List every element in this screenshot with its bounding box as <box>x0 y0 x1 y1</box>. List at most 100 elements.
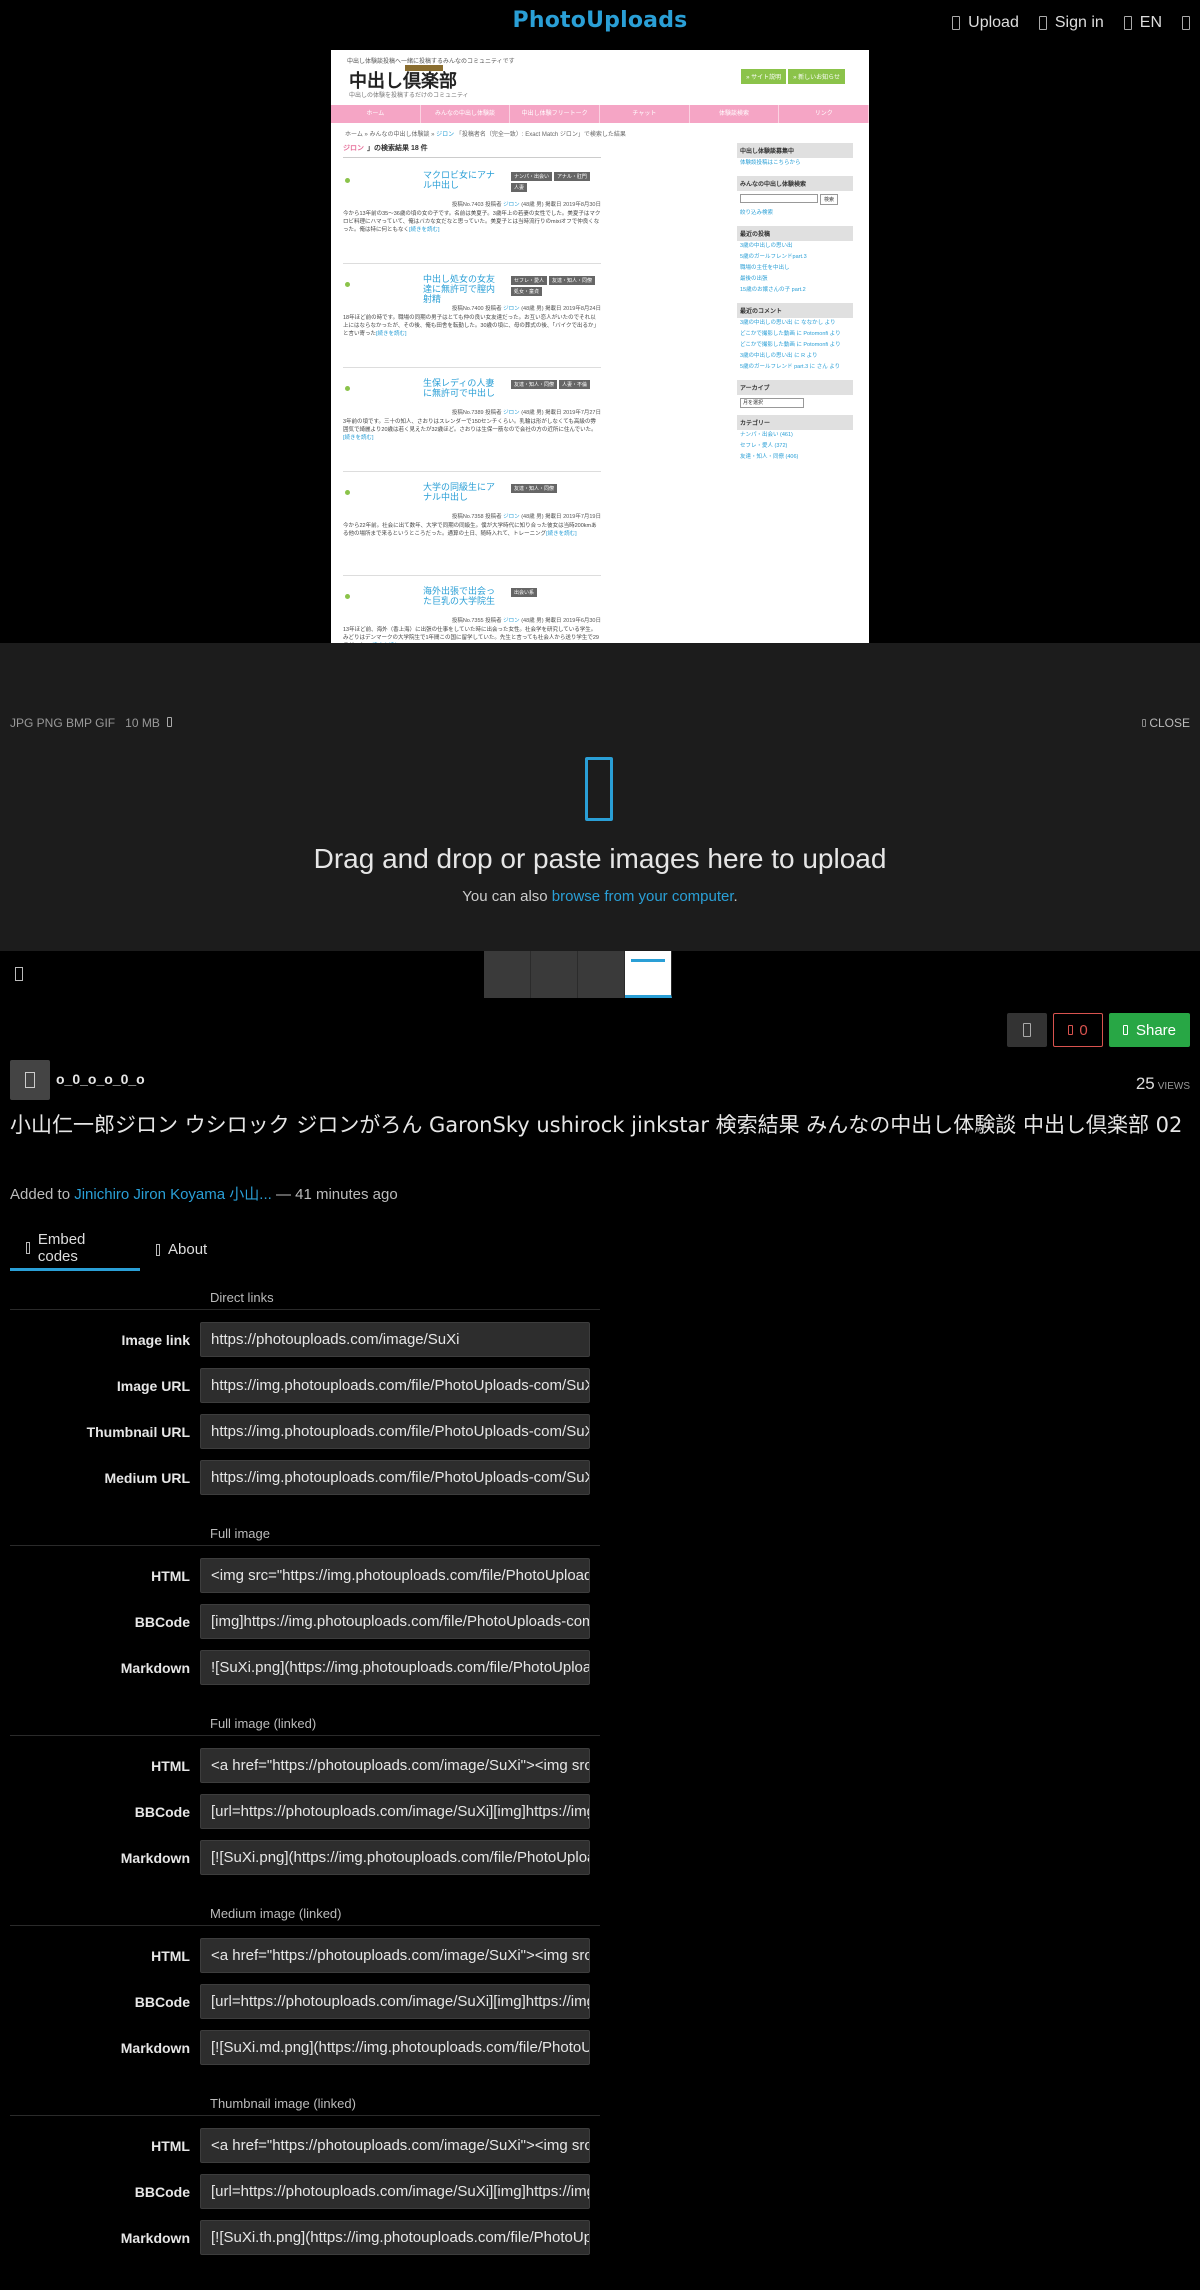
embed-code-input[interactable]: [url=https://photouploads.com/image/SuXi… <box>200 2174 590 2209</box>
shot-sidebar-box: 中出し体験談募集中 体験談投稿はこちらから <box>737 143 853 169</box>
shot-entry-meta: 投稿No.7389 投稿者 ジロン (48歳 男) 掲載日 2019年7月27日 <box>452 408 601 416</box>
shot-sidebar-link: 3歳の中出しの思い出 <box>740 243 793 249</box>
shot-entry-meta-post: (48歳 男) 掲載日 2019年7月19日 <box>519 514 601 520</box>
shot-entry-tag: 人妻 <box>511 183 528 192</box>
embed-label: Medium URL <box>104 1469 190 1486</box>
upload-panel[interactable]: JPG PNG BMP GIF 10 MB CLOSE Drag and dro… <box>0 643 1200 951</box>
embed-code-input[interactable]: https://img.photouploads.com/file/PhotoU… <box>200 1368 590 1403</box>
album-link[interactable]: Jinichiro Jiron Koyama 小山... <box>74 1186 272 1203</box>
embed-code-input[interactable]: [![SuXi.png](https://img.photouploads.co… <box>200 1840 590 1875</box>
share-button[interactable]: Share <box>1109 1013 1190 1047</box>
embed-row: Image URL https://img.photouploads.com/fi… <box>10 1368 600 1403</box>
shot-sidebar-link: 体験談投稿はこちらから <box>740 160 801 166</box>
thumbnail[interactable] <box>578 951 625 998</box>
added-pre: Added to <box>10 1186 75 1203</box>
thumbnail-strip <box>0 951 1200 999</box>
thumbnail-active[interactable] <box>625 951 672 998</box>
language-icon <box>1123 16 1132 30</box>
embed-code-input[interactable]: [url=https://photouploads.com/image/SuXi… <box>200 1984 590 2019</box>
upload-link[interactable]: Upload <box>952 14 1019 32</box>
shot-sidebar-link: 絞り込み検索 <box>740 210 774 216</box>
browse-link[interactable]: browse from your computer <box>552 888 734 905</box>
embed-label: HTML <box>151 2137 190 2154</box>
shot-sidebar-link: 3歳の中出しの思い出 に ななかし より <box>740 320 836 326</box>
shot-sidebar-heading: アーカイブ <box>737 380 853 395</box>
shot-entry-body: 今から13年前の35〜36歳の頃の女の子です。名前は美夏子。3歳年上の若妻の女性… <box>343 210 601 234</box>
tab-embed-codes[interactable]: Embed codes <box>10 1228 140 1271</box>
sign-in-link[interactable]: Sign in <box>1038 14 1104 32</box>
avatar[interactable] <box>10 1060 50 1100</box>
embed-codes-panel: Direct links Image link https://photouploa… <box>10 1290 600 2286</box>
embed-code-input[interactable]: [![SuXi.th.png](https://img.photouploads… <box>200 2220 590 2255</box>
code-icon <box>26 1242 30 1254</box>
thumbnail-list <box>484 951 718 998</box>
author-name[interactable]: o_0_o_o_0_o <box>56 1071 145 1087</box>
thumbnail[interactable] <box>531 951 578 998</box>
share-label: Share <box>1135 1021 1177 1039</box>
shot-breadcrumb-link: ジロン <box>436 132 455 138</box>
embed-code-input[interactable]: ![SuXi.png](https://img.photouploads.com… <box>200 1650 590 1685</box>
shot-entry-text: 3年前の頃です。三十の知人、さおりはスレンダーで150センチくらい。乳輪は形がし… <box>343 419 597 433</box>
embed-code-input[interactable]: [url=https://photouploads.com/image/SuXi… <box>200 1794 590 1829</box>
language-link[interactable]: EN <box>1123 14 1162 32</box>
shot-entry-more: [続きを読む] <box>343 435 374 441</box>
shot-entry-title: 海外出張で出会った巨乳の大学院生 <box>423 586 496 606</box>
embed-label: Markdown <box>120 1659 190 1676</box>
like-button[interactable]: 0 <box>1053 1013 1103 1047</box>
menu-button[interactable] <box>1182 14 1190 32</box>
embed-code-input[interactable]: [![SuXi.md.png](https://img.photouploads… <box>200 2030 590 2065</box>
embed-code-input[interactable]: https://photouploads.com/image/SuXi <box>200 1322 590 1357</box>
embed-code-input[interactable]: [img]https://img.photouploads.com/file/P… <box>200 1604 590 1639</box>
thumbnail[interactable] <box>484 951 531 998</box>
shot-entry-bullet <box>345 594 350 599</box>
embed-code-input[interactable]: <img src="https://img.photouploads.com/f… <box>200 1558 590 1593</box>
upload-close-label: CLOSE <box>1149 716 1190 730</box>
shot-entry-meta-post: (48歳 男) 掲載日 2019年8月24日 <box>519 306 601 312</box>
shot-entry-meta-pre: 投稿No.7400 投稿者 <box>451 306 504 312</box>
strip-toggle-icon[interactable] <box>15 967 23 981</box>
tab-about[interactable]: About <box>140 1228 223 1271</box>
embed-row: BBCode [url=https://photouploads.com/imag… <box>10 2174 600 2209</box>
embed-group: Thumbnail image (linked) HTML <a href="htt… <box>10 2096 600 2255</box>
slideshow-icon <box>1023 1023 1031 1037</box>
shot-entry-meta-pre: 投稿No.7389 投稿者 <box>451 410 504 416</box>
shot-entry-meta: 投稿No.7403 投稿者 ジロン (48歳 男) 掲載日 2019年8月30日 <box>452 200 601 208</box>
image-title: 小山仁一郎ジロン ウシロック ジロンがろん GaronSky ushirock … <box>10 1113 1183 1137</box>
menu-icon <box>1182 16 1190 30</box>
shot-entry-tag: 処女・童貞 <box>511 287 543 296</box>
upload-close-button[interactable]: CLOSE <box>1141 716 1190 730</box>
shot-entry-meta-post: (48歳 男) 掲載日 2019年8月30日 <box>519 202 601 208</box>
embed-row: Markdown ![SuXi.png](https://img.photoupl… <box>10 1650 600 1685</box>
shot-entry-meta-pre: 投稿No.7355 投稿者 <box>451 618 504 624</box>
shot-sidebar-select: 月を選択 <box>740 398 804 408</box>
top-bar: PhotoUploads Upload Sign in EN <box>0 0 1200 50</box>
shot-entry-tag: ナンパ・出会い <box>511 172 553 181</box>
shot-entry: 大学の同級生にアナル中出し 友達・知人・同僚 投稿No.7358 投稿者 ジロン (… <box>343 478 601 576</box>
shot-nav-item: リンク <box>779 105 869 123</box>
embed-code-input[interactable]: <a href="https://photouploads.com/image/… <box>200 1938 590 1973</box>
shot-entry: 生保レディの人妻に無許可で中出し 友達・知人・同僚 人妻・不倫 投稿No.7389 投… <box>343 374 601 472</box>
embed-code-input[interactable]: <a href="https://photouploads.com/image/… <box>200 2128 590 2163</box>
shot-entry-bullet <box>345 386 350 391</box>
embed-code-input[interactable]: <a href="https://photouploads.com/image/… <box>200 1748 590 1783</box>
embed-code-input[interactable]: https://img.photouploads.com/file/PhotoU… <box>200 1460 590 1495</box>
slideshow-button[interactable] <box>1007 1013 1047 1047</box>
shot-entry-tag: セフレ・愛人 <box>511 276 548 285</box>
info-icon <box>166 717 172 727</box>
shot-sidebar-link: 5歳のガールフレンド part.3 に さん より <box>740 364 841 370</box>
shot-entry-more: [続きを読む] <box>409 227 440 233</box>
shot-sidebar-search-button: 検索 <box>820 194 839 205</box>
uploaded-image[interactable]: 中出し体験談投稿へ一緒に投稿するみんなのコミュニティです 中出し倶楽部 中出しの… <box>331 50 869 643</box>
shot-sidebar-link: 3歳の中出しの思い出 に R より <box>740 353 818 359</box>
views-count: 25 <box>1135 1074 1155 1093</box>
shot-sidebar-link: どこかで撮影した動画 に Potomonfi より <box>740 342 841 348</box>
embed-code-input[interactable]: https://img.photouploads.com/file/PhotoU… <box>200 1414 590 1449</box>
shot-entry-tag: 友達・知人・同僚 <box>511 484 558 493</box>
embed-row: Medium URL https://img.photouploads.com/f… <box>10 1460 600 1495</box>
shot-header-buttons: » サイト説明 » 新しいお知らせ <box>741 69 845 84</box>
embed-row: BBCode [img]https://img.photouploads.com/… <box>10 1604 600 1639</box>
embed-row: Markdown [![SuXi.th.png](https://img.phot… <box>10 2220 600 2255</box>
embed-group-heading: Medium image (linked) <box>10 1906 600 1926</box>
shot-entry-title: 中出し処女の女友達に無許可で膣内射精 <box>423 274 496 304</box>
shot-entry-meta-post: (48歳 男) 掲載日 2019年7月27日 <box>519 410 601 416</box>
